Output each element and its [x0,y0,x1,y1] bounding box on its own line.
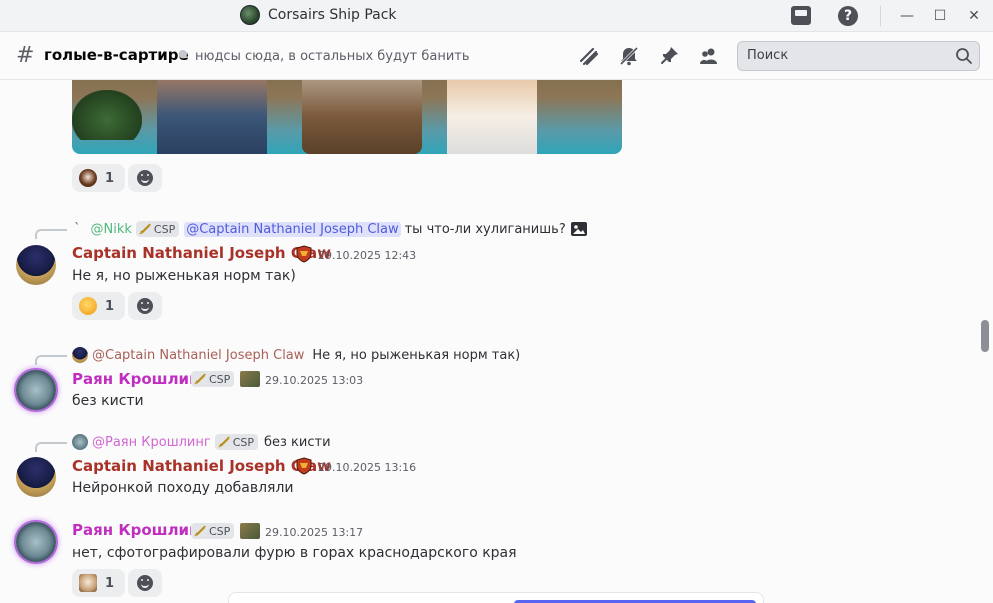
titlebar-divider [880,6,881,26]
role-tag-label: CSP [209,372,231,386]
image-figure-right [447,80,537,154]
role-tag: CSP [135,221,180,237]
smile-icon [137,575,153,591]
reply-author[interactable]: @Раян Крошлинг [92,435,211,450]
shield-badge-icon [296,245,312,263]
scrollbar-thumb[interactable] [981,320,989,352]
reply-prefix: ` [74,221,81,237]
avatar[interactable] [16,245,56,285]
image-figure-center [302,80,422,154]
shushing-face-emoji-icon [79,297,97,315]
server-tag-image [240,523,260,539]
shield-badge-icon [296,457,312,475]
message-content: без кисти [72,393,144,409]
reaction-count: 1 [105,298,115,314]
reply-avatar [72,347,88,363]
add-reaction-button[interactable] [128,164,162,192]
inbox-icon[interactable] [791,6,811,25]
close-button[interactable]: ✕ [962,4,986,28]
channel-hash-icon: # [16,43,35,68]
message-content: нет, сфотографировали фурю в горах красн… [72,545,517,561]
search-placeholder: Поиск [747,48,789,63]
reaction-shushing[interactable]: 1 [72,292,126,320]
reply-avatar [72,434,88,450]
reply-author[interactable]: @Nikk [91,222,132,237]
pin-icon[interactable] [658,45,680,67]
sword-icon [194,373,206,385]
message-author[interactable]: Раян Крошлинг [72,370,207,388]
help-icon[interactable]: ? [838,6,858,26]
reply-preview[interactable]: @Captain Nathaniel Joseph Claw Не я, но … [72,346,520,364]
sword-icon [194,525,206,537]
title-bar: Corsairs Ship Pack ? — ☐ ✕ [0,0,993,32]
reply-connector [35,229,67,239]
smile-icon [137,170,153,186]
channel-topic[interactable]: нюдсы сюда, в остальных будут банить [195,49,470,64]
add-reaction-button[interactable] [128,569,162,597]
message-author[interactable]: Captain Nathaniel Joseph Claw [72,244,331,262]
reply-connector [35,355,67,365]
role-tag: CSP [214,434,258,450]
message-timestamp: 29.10.2025 13:03 [265,374,364,387]
horse-emoji-icon [79,169,97,187]
maximize-button[interactable]: ☐ [928,4,952,28]
reply-text: Не я, но рыженькая норм так) [312,347,521,363]
smile-icon [137,298,153,314]
role-tag-label: CSP [232,435,254,449]
role-tag-label: CSP [209,524,231,538]
member-list-icon[interactable] [698,45,720,67]
reaction-count: 1 [105,575,115,591]
minimize-button[interactable]: — [895,4,919,28]
add-reaction-button[interactable] [128,292,162,320]
user-mention[interactable]: @Captain Nathaniel Joseph Claw [184,221,401,237]
role-tag-label: CSP [153,222,176,236]
message-timestamp: 29.10.2025 13:16 [318,461,417,474]
image-palm-tree [72,90,142,140]
channel-name: голые-в-сартире [44,46,189,64]
reaction-horse[interactable]: 1 [72,164,126,192]
sword-icon [218,436,230,448]
reply-preview[interactable]: @Раян Крошлинг CSP без кисти [72,433,331,451]
message-image-attachment[interactable] [72,80,622,154]
image-figure-left [157,80,267,154]
message-timestamp: 29.10.2025 13:17 [265,526,364,539]
channel-header: # голые-в-сартире ● нюдсы сюда, в осталь… [0,32,993,80]
reply-text: без кисти [263,434,331,450]
server-tag-image [240,371,260,387]
window-title: Corsairs Ship Pack [268,7,397,23]
message-author[interactable]: Раян Крошлинг [72,521,207,539]
message-content: Нейронкой походу добавляли [72,480,294,496]
avatar[interactable] [16,457,56,497]
search-input[interactable]: Поиск [737,41,980,71]
role-tag: CSP [191,371,235,387]
reaction-count: 1 [105,170,115,186]
search-icon [956,48,972,64]
reply-connector [35,442,67,452]
separator-dot: ● [178,47,188,60]
message-list[interactable]: 1 ` @Nikk CSP @Captain Nathaniel Joseph … [0,80,993,603]
avatar[interactable] [16,522,56,562]
reaction-dog[interactable]: 1 [72,569,126,597]
avatar[interactable] [16,370,56,410]
threads-icon[interactable] [578,45,600,67]
reply-text: ты что-ли хулиганишь? [404,221,566,237]
reply-preview[interactable]: ` @Nikk CSP @Captain Nathaniel Joseph Cl… [72,220,588,238]
message-timestamp: 29.10.2025 12:43 [318,249,417,262]
dog-emoji-icon [79,574,97,592]
app-logo-icon [240,5,260,25]
sword-icon [139,223,151,235]
role-tag: CSP [191,523,235,539]
message-content: Не я, но рыженькая норм так) [72,268,296,284]
notifications-muted-icon[interactable] [618,45,640,67]
image-icon [570,222,587,236]
reply-author[interactable]: @Captain Nathaniel Joseph Claw [92,348,304,363]
message-author[interactable]: Captain Nathaniel Joseph Claw [72,457,331,475]
